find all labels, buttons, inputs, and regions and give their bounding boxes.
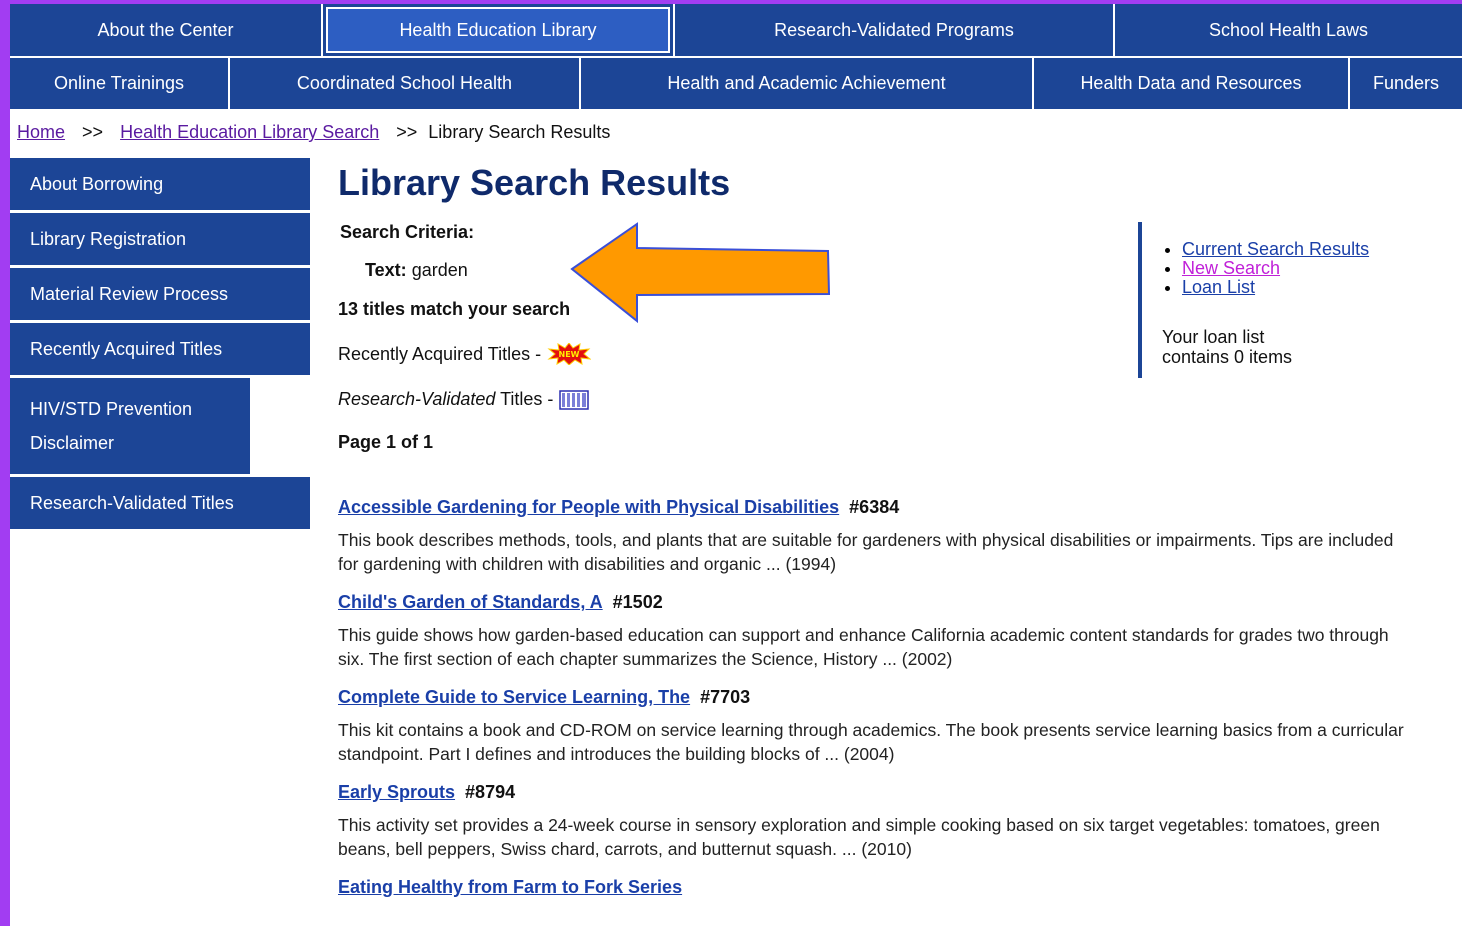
main-content: Library Search Results Search Criteria: … bbox=[338, 162, 1418, 897]
criteria-text-label: Text: bbox=[365, 260, 407, 280]
result-number: #7703 bbox=[700, 687, 751, 707]
result-description: This guide shows how garden-based educat… bbox=[338, 625, 1389, 669]
result-title-link[interactable]: Child's Garden of Standards, A bbox=[338, 592, 603, 612]
nav-health-data-resources[interactable]: Health Data and Resources bbox=[1034, 58, 1350, 109]
nav-health-academic-achievement[interactable]: Health and Academic Achievement bbox=[581, 58, 1034, 109]
result-item: Complete Guide to Service Learning, The #… bbox=[338, 687, 1408, 766]
loan-status-line-2: contains 0 items bbox=[1162, 347, 1293, 367]
result-item: Accessible Gardening for People with Phy… bbox=[338, 497, 1408, 576]
loan-status-line-1: Your loan list bbox=[1162, 327, 1265, 347]
match-count: 13 titles match your search bbox=[338, 299, 571, 319]
top-nav-row-1: About the Center Health Education Librar… bbox=[10, 4, 1462, 58]
loan-list-status: Your loan list contains 0 items bbox=[1162, 327, 1428, 367]
result-title-link[interactable]: Eating Healthy from Farm to Fork Series bbox=[338, 877, 682, 897]
sidebar: About Borrowing Library Registration Mat… bbox=[10, 158, 310, 532]
breadcrumb-current: Library Search Results bbox=[428, 122, 611, 142]
result-title-link[interactable]: Complete Guide to Service Learning, The bbox=[338, 687, 690, 707]
breadcrumb-separator: >> bbox=[82, 122, 104, 142]
new-badge-icon: NEW bbox=[547, 343, 592, 365]
nav-research-validated-programs[interactable]: Research-Validated Programs bbox=[675, 4, 1115, 56]
result-number: #6384 bbox=[849, 497, 900, 517]
list-item: New Search bbox=[1182, 259, 1428, 278]
breadcrumb-separator: >> bbox=[396, 122, 418, 142]
sidebar-item-about-borrowing[interactable]: About Borrowing bbox=[10, 158, 310, 210]
breadcrumb-home-link[interactable]: Home bbox=[17, 122, 65, 142]
result-title-link[interactable]: Accessible Gardening for People with Phy… bbox=[338, 497, 839, 517]
left-arrow-annotation-icon bbox=[570, 222, 831, 324]
search-criteria-text: Text: garden bbox=[365, 260, 468, 281]
top-nav-row-2: Online Trainings Coordinated School Heal… bbox=[10, 58, 1462, 111]
nav-health-education-library[interactable]: Health Education Library bbox=[323, 4, 675, 56]
search-criteria-label: Search Criteria: bbox=[340, 222, 475, 242]
breadcrumb: Home >> Health Education Library Search … bbox=[17, 122, 610, 143]
nav-funders[interactable]: Funders bbox=[1350, 58, 1462, 109]
recently-acquired-legend: Recently Acquired Titles - NEW bbox=[338, 343, 592, 365]
sidebar-item-recently-acquired[interactable]: Recently Acquired Titles bbox=[10, 323, 310, 375]
result-number: #1502 bbox=[612, 592, 663, 612]
nav-online-trainings[interactable]: Online Trainings bbox=[10, 58, 230, 109]
recently-acquired-label: Recently Acquired Titles - bbox=[338, 343, 542, 364]
current-search-results-link[interactable]: Current Search Results bbox=[1182, 239, 1369, 259]
results-list: Accessible Gardening for People with Phy… bbox=[338, 497, 1408, 914]
result-title-link[interactable]: Early Sprouts bbox=[338, 782, 455, 802]
rv-label-rest: Titles - bbox=[495, 389, 554, 409]
nav-coordinated-school-health[interactable]: Coordinated School Health bbox=[230, 58, 581, 109]
nav-health-education-library-label: Health Education Library bbox=[326, 7, 670, 53]
rv-label-italic: Research-Validated bbox=[338, 389, 496, 409]
loan-list-link[interactable]: Loan List bbox=[1182, 277, 1255, 297]
list-item: Current Search Results bbox=[1182, 240, 1428, 259]
new-badge-text: NEW bbox=[559, 350, 580, 359]
sidebar-item-research-validated[interactable]: Research-Validated Titles bbox=[10, 477, 310, 529]
new-search-link[interactable]: New Search bbox=[1182, 258, 1280, 278]
research-validated-icon bbox=[559, 389, 590, 410]
nav-school-health-laws[interactable]: School Health Laws bbox=[1115, 4, 1462, 56]
result-description: This activity set provides a 24-week cou… bbox=[338, 815, 1380, 859]
page-title: Library Search Results bbox=[338, 162, 731, 203]
right-panel: Current Search Results New Search Loan L… bbox=[1138, 222, 1428, 378]
list-item: Loan List bbox=[1182, 278, 1428, 297]
result-description: This book describes methods, tools, and … bbox=[338, 530, 1394, 574]
sidebar-item-library-registration[interactable]: Library Registration bbox=[10, 213, 310, 265]
result-item: Early Sprouts #8794 This activity set pro… bbox=[338, 782, 1408, 861]
page-info: Page 1 of 1 bbox=[338, 432, 434, 452]
research-validated-legend: Research-Validated Titles - bbox=[338, 389, 590, 410]
result-number: #8794 bbox=[465, 782, 516, 802]
sidebar-item-hiv-std-disclaimer[interactable]: HIV/STD Prevention Disclaimer bbox=[10, 378, 250, 474]
result-item: Child's Garden of Standards, A #1502 This… bbox=[338, 592, 1408, 671]
result-item: Eating Healthy from Farm to Fork Series bbox=[338, 877, 1408, 898]
sidebar-item-material-review[interactable]: Material Review Process bbox=[10, 268, 310, 320]
nav-about-center[interactable]: About the Center bbox=[10, 4, 323, 56]
result-description: This kit contains a book and CD-ROM on s… bbox=[338, 720, 1404, 764]
criteria-text-value: garden bbox=[411, 260, 468, 280]
right-panel-links: Current Search Results New Search Loan L… bbox=[1162, 240, 1428, 297]
breadcrumb-search-link[interactable]: Health Education Library Search bbox=[120, 122, 379, 142]
page: About the Center Health Education Librar… bbox=[10, 4, 1462, 926]
